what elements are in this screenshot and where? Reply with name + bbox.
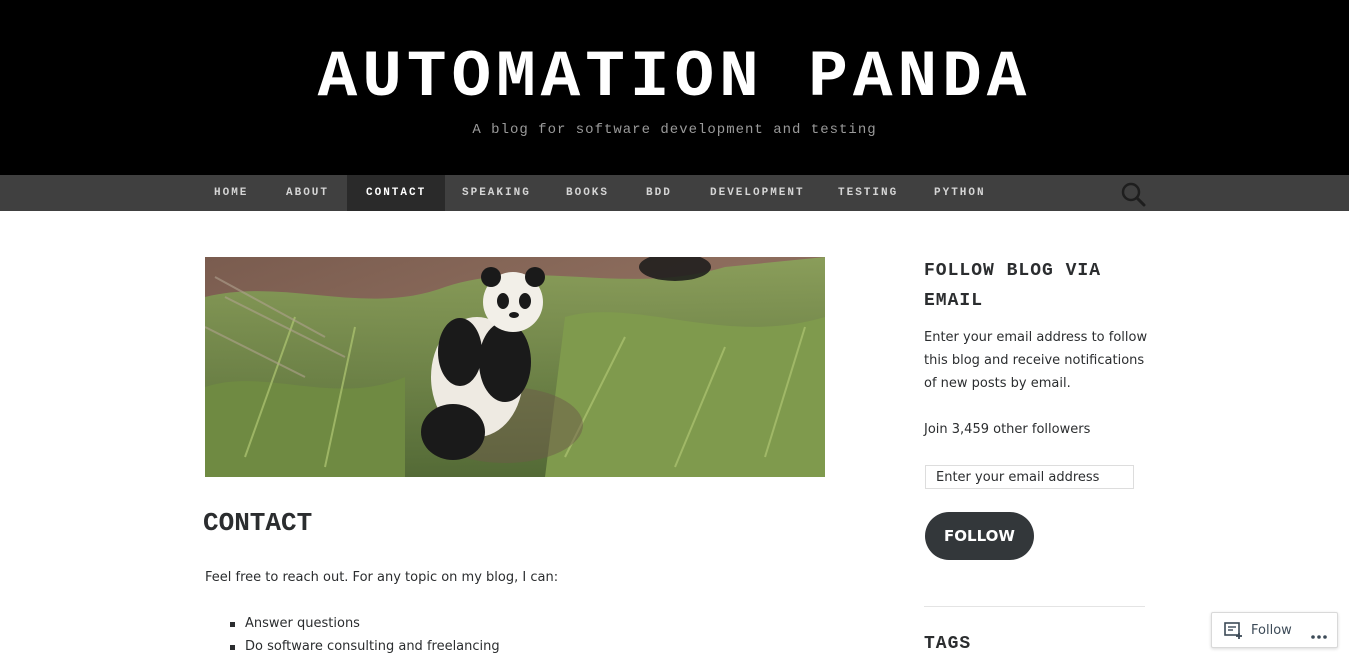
site-header: AUTOMATION PANDA A blog for software dev… (0, 0, 1349, 175)
nav-item-bdd[interactable]: BDD (626, 175, 692, 211)
list-item: Answer questions (245, 616, 360, 631)
nav-item-development[interactable]: DEVELOPMENT (690, 175, 825, 211)
email-input[interactable] (925, 465, 1134, 489)
followers-count: Join 3,459 other followers (924, 422, 1091, 437)
hero-image (205, 257, 825, 477)
list-bullet (230, 645, 235, 650)
search-button[interactable] (1118, 179, 1148, 209)
follow-widget-title: FOLLOW BLOG VIA EMAIL (924, 261, 1102, 311)
reader-follow-icon (1224, 622, 1244, 645)
floating-follow-button[interactable]: Follow (1211, 612, 1338, 648)
intro-paragraph: Feel free to reach out. For any topic on… (205, 570, 559, 585)
tags-widget-title: TAGS (924, 634, 972, 654)
nav-item-about[interactable]: ABOUT (266, 175, 349, 211)
nav-item-speaking[interactable]: SPEAKING (442, 175, 551, 211)
nav-item-testing[interactable]: TESTING (818, 175, 918, 211)
nav-item-python[interactable]: PYTHON (914, 175, 1006, 211)
nav-item-books[interactable]: BOOKS (546, 175, 629, 211)
site-description: A blog for software development and test… (472, 122, 877, 138)
list-item: Do software consulting and freelancing (245, 639, 500, 654)
follow-badge-label: Follow (1251, 623, 1292, 638)
nav-item-home[interactable]: HOME (194, 175, 268, 211)
site-title[interactable]: AUTOMATION PANDA (0, 38, 1349, 118)
search-icon (1121, 182, 1146, 207)
page-title: CONTACT (203, 508, 313, 538)
list-bullet (230, 622, 235, 627)
more-dots-icon[interactable] (1310, 627, 1328, 645)
follow-button[interactable]: FOLLOW (925, 512, 1034, 560)
sidebar-divider (924, 606, 1145, 607)
nav-item-contact[interactable]: CONTACT (347, 175, 446, 211)
follow-widget-description: Enter your email address to follow this … (924, 330, 1148, 391)
